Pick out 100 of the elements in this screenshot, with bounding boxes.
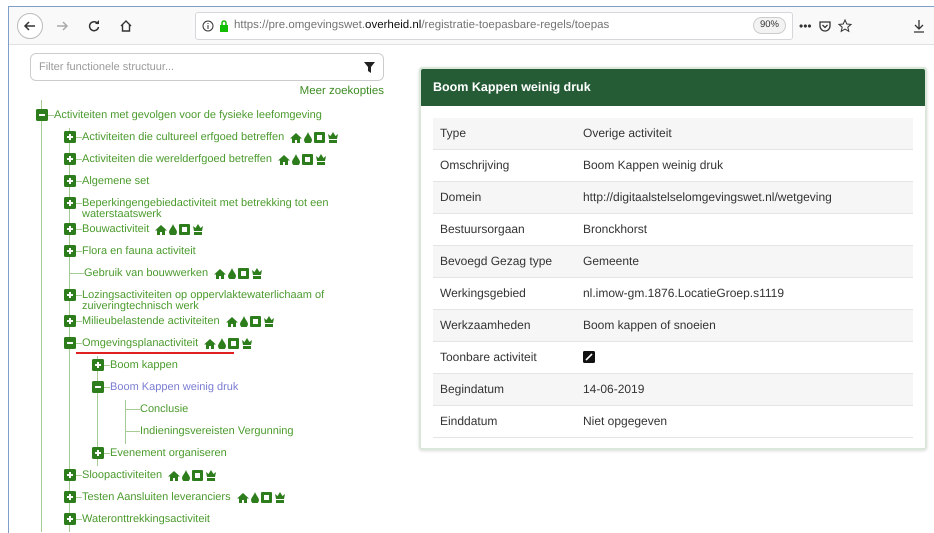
expand-icon[interactable] xyxy=(64,197,76,210)
tree-item[interactable]: Beperkingengebiedactiviteit met betrekking tot een waterstaatswerk xyxy=(82,198,382,220)
house-icon xyxy=(278,154,290,166)
note-icon xyxy=(314,132,326,144)
drop-icon xyxy=(292,154,300,166)
tree-item[interactable]: Conclusie xyxy=(140,404,188,416)
field-value: Boom kappen of snoeien xyxy=(583,317,716,334)
basket-icon xyxy=(274,492,286,504)
drop-icon xyxy=(228,268,236,280)
url-text: https://pre.omgevingswet.overheid.nl/registratie-toepasbare-regels/toepas xyxy=(234,18,610,33)
field-value: nl.imow-gm.1876.LocatieGroep.s1119 xyxy=(583,285,784,302)
expand-icon[interactable] xyxy=(64,289,76,302)
tree-item[interactable]: Activiteiten met gevolgen voor de fysieke leefomgeving xyxy=(54,110,322,122)
house-icon xyxy=(214,268,226,280)
tree-item[interactable]: Omgevingsplanactiviteit xyxy=(82,338,198,350)
field-value: Niet opgegeven xyxy=(583,413,668,430)
basket-icon xyxy=(192,224,204,236)
note-icon xyxy=(192,470,204,482)
download-icon[interactable] xyxy=(912,18,926,32)
expand-icon[interactable] xyxy=(64,469,76,482)
field-label: Domein xyxy=(439,189,482,206)
basket-icon xyxy=(205,470,218,482)
field-value: Overige activiteit xyxy=(583,125,672,142)
expand-icon[interactable] xyxy=(64,491,76,504)
tree-item[interactable]: Boom Kappen weinig druk xyxy=(110,382,238,394)
collapse-icon[interactable] xyxy=(92,381,104,394)
house-icon xyxy=(204,338,216,350)
tree-item[interactable]: Boom kappen xyxy=(110,360,178,372)
house-icon xyxy=(226,316,238,328)
expand-icon[interactable] xyxy=(64,175,76,188)
pocket-icon[interactable] xyxy=(818,18,832,32)
house-icon xyxy=(155,224,168,236)
expand-icon[interactable] xyxy=(64,131,76,144)
reload-icon[interactable] xyxy=(87,18,101,32)
field-label: Bevoegd Gezag type xyxy=(439,253,554,270)
drop-icon xyxy=(240,316,248,328)
back-button[interactable] xyxy=(17,12,43,38)
field-value: Boom Kappen weinig druk xyxy=(583,157,724,174)
tree-item[interactable]: Testen Aansluiten leveranciers xyxy=(82,492,231,504)
tree-item[interactable]: Wateronttrekkingsactiviteit xyxy=(82,514,210,526)
expand-icon[interactable] xyxy=(64,513,76,526)
basket-icon xyxy=(314,154,327,166)
expand-icon[interactable] xyxy=(64,223,76,236)
field-label: Werkzaamheden xyxy=(439,317,532,334)
home-icon[interactable] xyxy=(119,18,133,32)
zoom-level[interactable]: 90% xyxy=(752,17,786,34)
drop-icon xyxy=(169,224,178,236)
house-icon xyxy=(290,132,302,144)
collapse-icon[interactable] xyxy=(36,109,48,122)
tree-item[interactable]: Milieubelastende activiteiten xyxy=(82,316,220,328)
note-icon xyxy=(179,224,190,236)
filter-icon[interactable] xyxy=(364,62,375,73)
panel-title: Boom Kappen weinig druk xyxy=(421,69,925,106)
field-value: Gemeente xyxy=(583,253,640,270)
drop-icon xyxy=(182,470,190,482)
tree-item[interactable]: Gebruik van bouwwerken xyxy=(84,268,208,280)
expand-icon[interactable] xyxy=(92,359,104,372)
page-actions-menu[interactable]: ••• xyxy=(799,16,812,34)
arrow-left-icon[interactable] xyxy=(23,18,37,32)
collapse-icon[interactable] xyxy=(64,337,76,350)
info-icon[interactable] xyxy=(202,20,214,32)
drop-icon xyxy=(250,492,259,504)
expand-icon[interactable] xyxy=(64,315,76,328)
field-label: Omschrijving xyxy=(439,157,510,174)
house-icon xyxy=(236,492,249,504)
more-search-options-link[interactable]: Meer zoekopties xyxy=(300,83,384,100)
note-icon xyxy=(228,338,240,350)
basket-icon xyxy=(251,268,264,280)
note-icon xyxy=(250,316,261,328)
field-label: Begindatum xyxy=(439,381,506,398)
field-label: Werkingsgebied xyxy=(439,285,527,302)
note-icon xyxy=(260,492,272,504)
field-value: http://digitaalstelselomgevingswet.nl/wetgeving xyxy=(583,189,832,206)
basket-icon xyxy=(327,132,340,144)
tree-item[interactable]: Activiteiten die cultureel erfgoed betreffen xyxy=(82,132,284,144)
expand-icon[interactable] xyxy=(92,447,104,460)
note-icon xyxy=(238,268,250,280)
field-label: Toonbare activiteit xyxy=(439,349,538,366)
tree-item[interactable]: Algemene set xyxy=(82,176,150,188)
star-icon[interactable] xyxy=(838,18,852,32)
house-icon xyxy=(168,470,180,482)
tree-item[interactable]: Lozingsactiviteiten op oppervlaktewaterlichaam of zuiveringtechnisch werk xyxy=(82,290,382,312)
field-label: Einddatum xyxy=(439,413,498,430)
lock-icon xyxy=(219,20,229,32)
tree-item[interactable]: Indieningsvereisten Vergunning xyxy=(140,426,294,438)
tree-item[interactable]: Flora en fauna activiteit xyxy=(82,246,196,258)
expand-icon[interactable] xyxy=(64,153,76,166)
field-label: Bestuursorgaan xyxy=(439,221,526,238)
field-value: Bronckhorst xyxy=(583,221,648,238)
filter-field[interactable]: Filter functionele structuur... xyxy=(30,53,384,81)
expand-icon[interactable] xyxy=(64,245,76,258)
tree-item[interactable]: Evenement organiseren xyxy=(110,448,227,460)
field-value: 14-06-2019 xyxy=(583,381,644,398)
field-label: Type xyxy=(439,125,468,142)
tree-item[interactable]: Bouwactiviteit xyxy=(82,224,150,236)
tree-item[interactable]: Sloopactiviteiten xyxy=(82,470,162,482)
tree-item[interactable]: Activiteiten die werelderfgoed betreffen xyxy=(82,154,272,166)
address-bar[interactable]: https://pre.omgevingswet.overheid.nl/registratie-toepasbare-regels/toepas 90% xyxy=(195,12,793,40)
drop-icon xyxy=(218,338,226,350)
note-icon xyxy=(302,154,313,166)
